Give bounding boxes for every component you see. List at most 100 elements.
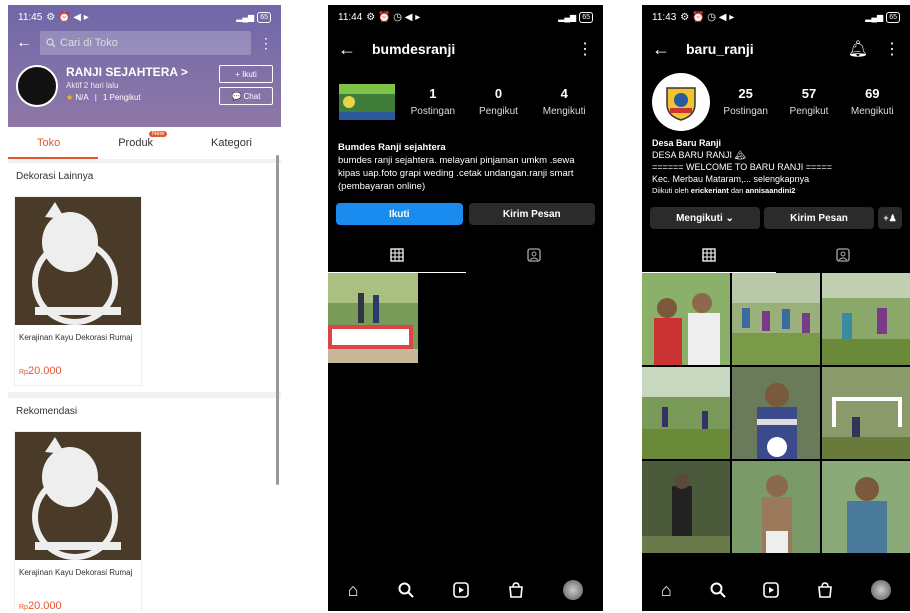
status-bar: 11:43 ⚙ ⏰ ◷ ◀ ▸ ▂▄▆ 65 — [642, 5, 910, 29]
add-person-icon[interactable]: +♟ — [878, 207, 902, 229]
profile-tabs — [642, 237, 910, 273]
tagged-icon — [836, 248, 850, 262]
bio-line: DESA BARU RANJI 🏔 — [652, 150, 746, 160]
tab-tagged[interactable] — [776, 248, 910, 262]
profile-avatar[interactable] — [652, 73, 710, 131]
message-button[interactable]: Kirim Pesan — [468, 203, 595, 225]
chat-button[interactable]: 💬 Chat — [219, 87, 273, 105]
shop-icon[interactable] — [817, 582, 833, 598]
status-icons: ⚙ ⏰ ◷ ◀ ▸ — [680, 11, 735, 23]
tab-toko[interactable]: Toko — [37, 137, 60, 149]
battery-icon: 65 — [579, 11, 593, 23]
shop-active-status: Aktif 2 hari lalu — [66, 81, 119, 90]
status-icons: ⚙ ⏰ ◀ ▸ — [46, 11, 89, 23]
product-card[interactable]: Kerajinan Kayu Dekorasi Rumaj Rp20.000 — [14, 196, 142, 386]
post-thumbnail[interactable] — [822, 273, 910, 365]
product-name: Kerajinan Kayu Dekorasi Rumaj — [19, 568, 133, 577]
profile-nav-avatar[interactable] — [563, 580, 584, 600]
new-badge: New — [149, 131, 168, 137]
post-thumbnail[interactable] — [642, 273, 730, 365]
product-card[interactable]: Kerajinan Kayu Dekorasi Rumaj Rp20.000 — [14, 431, 142, 611]
tab-tagged[interactable] — [466, 248, 604, 262]
section-title: Rekomendasi — [8, 398, 281, 425]
search-placeholder: Cari di Toko — [60, 37, 118, 49]
signal-icon: ▂▄▆ — [558, 12, 577, 22]
more-menu-icon[interactable]: ⋮ — [577, 39, 593, 59]
post-thumbnail[interactable] — [642, 461, 730, 553]
scrollbar[interactable] — [276, 155, 279, 485]
profile-username: bumdesranji — [372, 41, 456, 57]
more-menu-icon[interactable]: ⋮ — [259, 35, 273, 52]
tab-produk[interactable]: Produk New — [118, 131, 168, 149]
tab-produk-label: Produk — [118, 137, 154, 149]
product-name: Kerajinan Kayu Dekorasi Rumaj — [19, 333, 133, 342]
status-bar: 11:44 ⚙ ⏰ ◷ ◀ ▸ ▂▄▆ 65 — [328, 5, 603, 29]
posts-count[interactable]: 1 Postingan — [404, 86, 462, 119]
profile-nav-avatar[interactable] — [871, 580, 892, 600]
back-arrow-icon[interactable]: ← — [338, 39, 356, 60]
bell-icon[interactable]: 🔔︎ — [848, 39, 868, 59]
posts-count[interactable]: 25 Postingan — [718, 86, 773, 119]
post-thumbnail[interactable] — [822, 461, 910, 553]
bottom-navigation: ⌂ — [642, 569, 910, 611]
reels-icon[interactable] — [453, 582, 469, 598]
follow-button[interactable]: + Ikuti — [219, 65, 273, 83]
shop-name[interactable]: RANJI SEJAHTERA > — [66, 65, 211, 79]
battery-icon: 65 — [886, 11, 900, 23]
post-thumbnail[interactable] — [328, 273, 418, 363]
signal-icon: ▂▄▆ — [236, 12, 255, 22]
search-icon[interactable] — [398, 582, 414, 598]
post-thumbnail[interactable] — [732, 273, 820, 365]
tab-grid[interactable] — [328, 248, 466, 262]
bio-line: ====== WELCOME TO BARU RANJI ===== — [652, 162, 832, 172]
reels-icon[interactable] — [763, 582, 780, 598]
followers-count[interactable]: 57 Pengikut — [781, 86, 836, 119]
following-count[interactable]: 69 Mengikuti — [845, 86, 900, 119]
shop-screen: 11:45 ⚙ ⏰ ◀ ▸ ▂▄▆ 65 ← Cari di Toko ⋮ RANJ… — [8, 5, 281, 611]
home-icon[interactable]: ⌂ — [348, 580, 359, 601]
section-title: Dekorasi Lainnya — [8, 163, 281, 190]
following-count[interactable]: 4 Mengikuti — [535, 86, 593, 119]
bio-name: Desa Baru Ranji — [652, 138, 722, 148]
following-button[interactable]: Mengikuti ⌄ — [650, 207, 760, 229]
back-arrow-icon[interactable]: ← — [652, 39, 670, 60]
post-grid — [642, 273, 910, 553]
search-icon[interactable] — [710, 582, 726, 598]
status-bar: 11:45 ⚙ ⏰ ◀ ▸ ▂▄▆ 65 — [8, 5, 281, 29]
follow-button[interactable]: Ikuti — [336, 203, 463, 225]
product-image — [15, 432, 141, 560]
battery-icon: 65 — [257, 11, 271, 23]
followers-count[interactable]: 0 Pengikut — [470, 86, 528, 119]
profile-username: baru_ranji — [686, 41, 754, 57]
more-menu-icon[interactable]: ⋮ — [884, 39, 900, 59]
profile-bio: Bumdes Ranji sejahtera bumdes ranji seja… — [328, 135, 603, 199]
instagram-profile-baru-ranji: 11:43 ⚙ ⏰ ◷ ◀ ▸ ▂▄▆ 65 ← baru_ranji 🔔︎ ⋮ 2… — [642, 5, 910, 611]
shop-logo — [16, 65, 58, 107]
post-thumbnail[interactable] — [642, 367, 730, 459]
post-thumbnail[interactable] — [732, 367, 820, 459]
post-thumbnail[interactable] — [822, 367, 910, 459]
signal-icon: ▂▄▆ — [865, 12, 884, 22]
search-input[interactable]: Cari di Toko — [40, 31, 251, 55]
status-time: 11:45 — [18, 11, 43, 23]
star-icon: ★ — [66, 93, 74, 102]
back-arrow-icon[interactable]: ← — [16, 34, 32, 52]
bio-text: bumdes ranji sejahtera. melayani pinjama… — [338, 155, 575, 192]
search-icon — [46, 38, 56, 48]
bio-line-more[interactable]: Kec. Merbau Mataram,... selengkapnya — [652, 173, 900, 185]
active-tab-indicator — [8, 157, 98, 159]
section-dekorasi: Dekorasi Lainnya Kerajinan Kayu Dekorasi… — [8, 163, 281, 392]
profile-avatar[interactable] — [338, 73, 396, 131]
tab-kategori[interactable]: Kategori — [211, 137, 252, 149]
post-thumbnail[interactable] — [732, 461, 820, 553]
shop-rating: N/A — [75, 93, 89, 102]
shop-icon[interactable] — [508, 582, 524, 598]
followed-by[interactable]: Diikuti oleh erickeriant dan annisaandin… — [652, 185, 900, 197]
status-icons: ⚙ ⏰ ◷ ◀ ▸ — [366, 11, 421, 23]
home-icon[interactable]: ⌂ — [661, 580, 672, 601]
shop-header: 11:45 ⚙ ⏰ ◀ ▸ ▂▄▆ 65 ← Cari di Toko ⋮ RANJ… — [8, 5, 281, 127]
message-button[interactable]: Kirim Pesan — [764, 207, 874, 229]
tab-grid[interactable] — [642, 248, 776, 262]
profile-bio: Desa Baru Ranji DESA BARU RANJI 🏔 ======… — [642, 135, 910, 203]
product-price: Rp20.000 — [19, 600, 62, 611]
